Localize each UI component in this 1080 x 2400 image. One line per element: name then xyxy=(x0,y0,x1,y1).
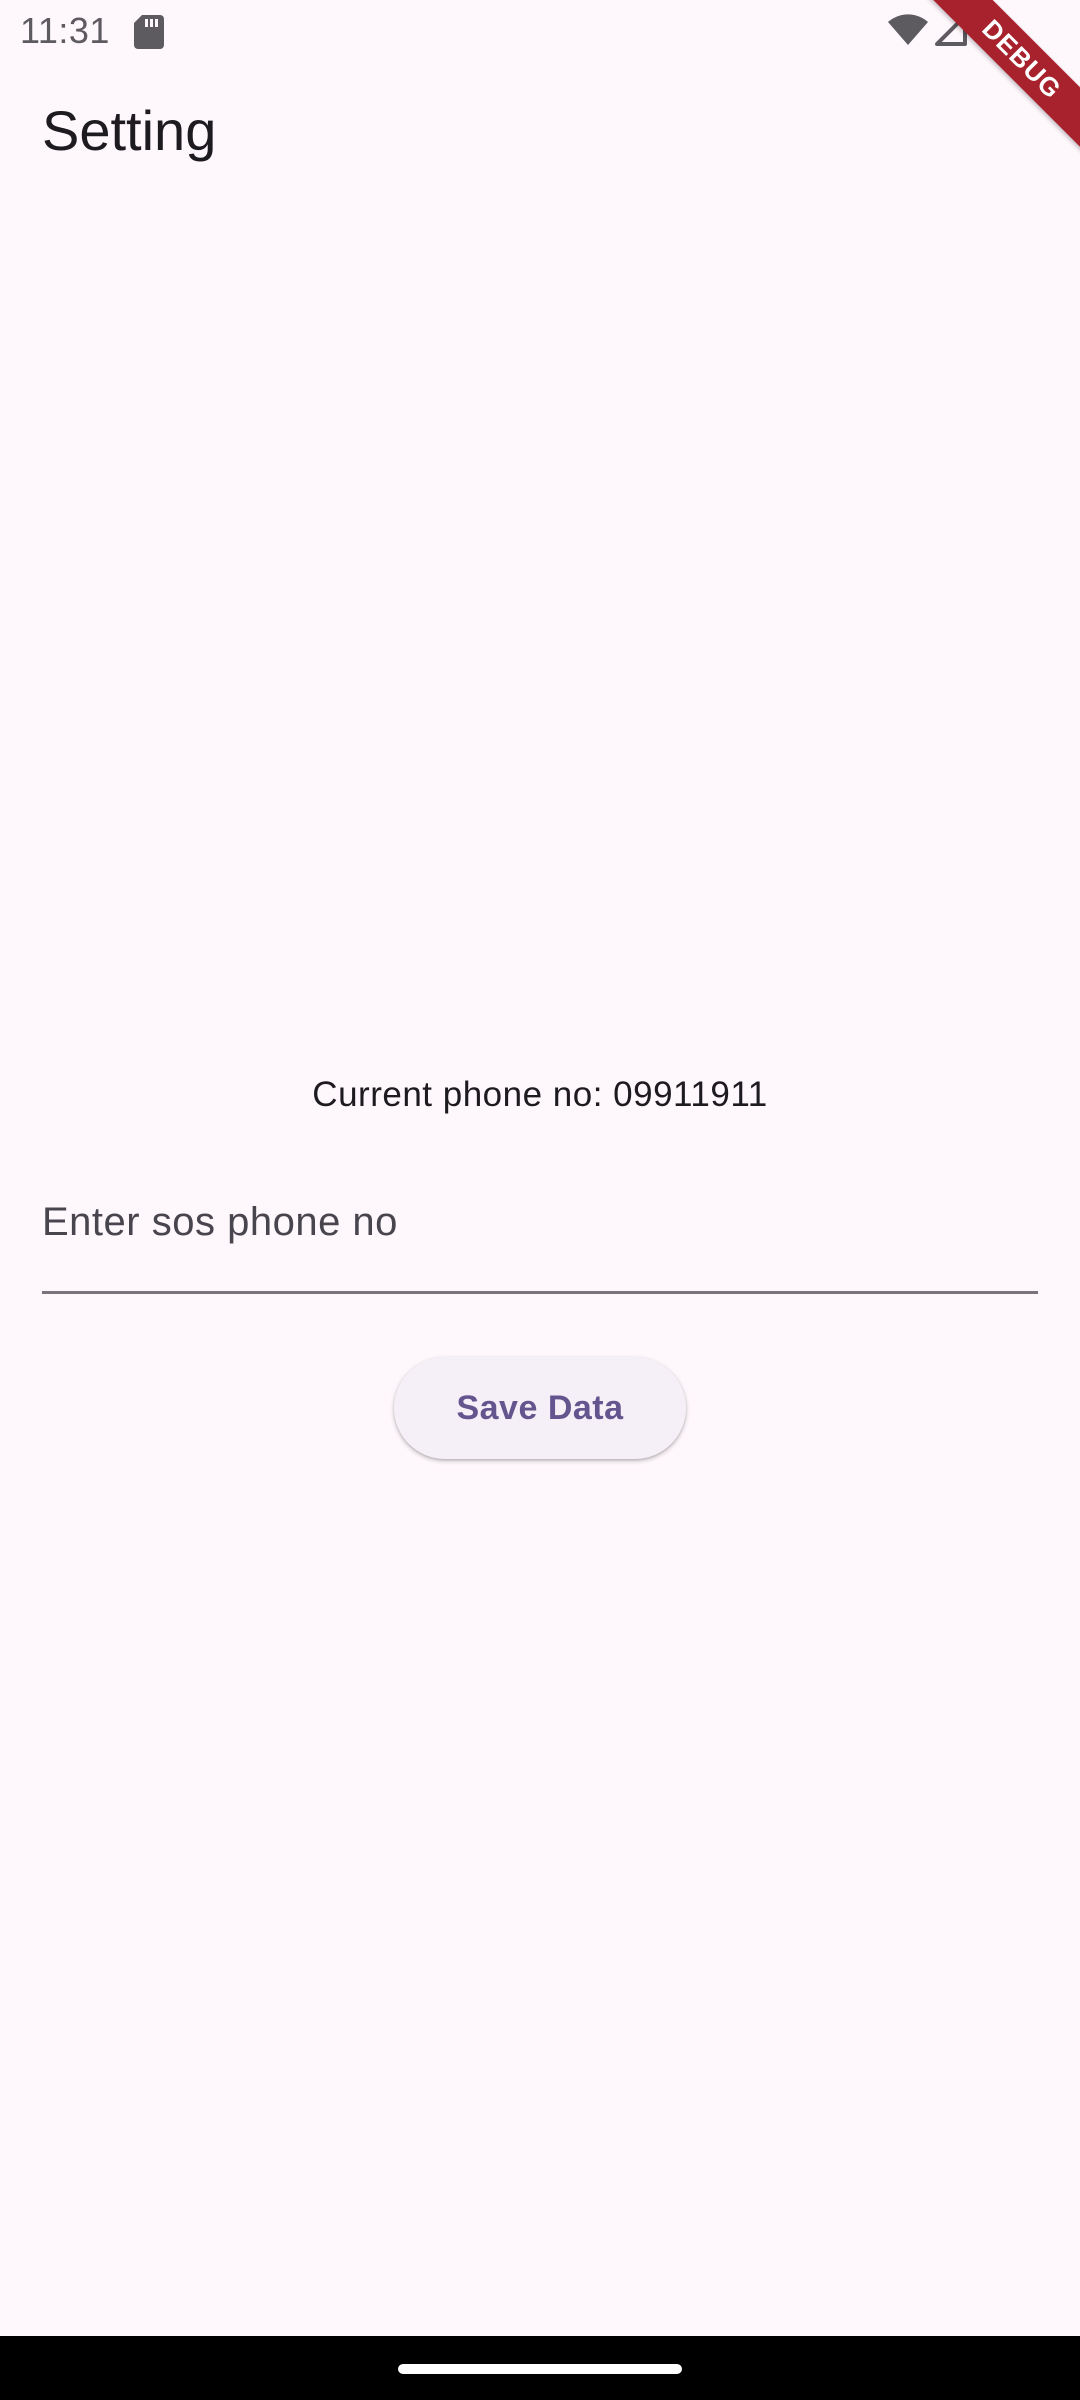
home-gesture-handle[interactable] xyxy=(398,2364,682,2374)
sd-card-icon xyxy=(134,15,164,49)
current-phone-label: Current phone no: 09911911 xyxy=(312,1075,768,1114)
sos-phone-field[interactable] xyxy=(42,1170,1038,1294)
battery-icon xyxy=(984,12,1004,48)
signal-icon xyxy=(935,14,967,46)
status-bar: 11:31 xyxy=(0,0,1080,64)
system-navigation-bar xyxy=(0,2336,1080,2400)
page-title: Setting xyxy=(42,99,217,162)
save-data-button[interactable]: Save Data xyxy=(394,1357,686,1459)
status-time: 11:31 xyxy=(20,10,110,51)
wifi-icon xyxy=(888,14,928,45)
sos-phone-input[interactable] xyxy=(42,1186,1038,1258)
